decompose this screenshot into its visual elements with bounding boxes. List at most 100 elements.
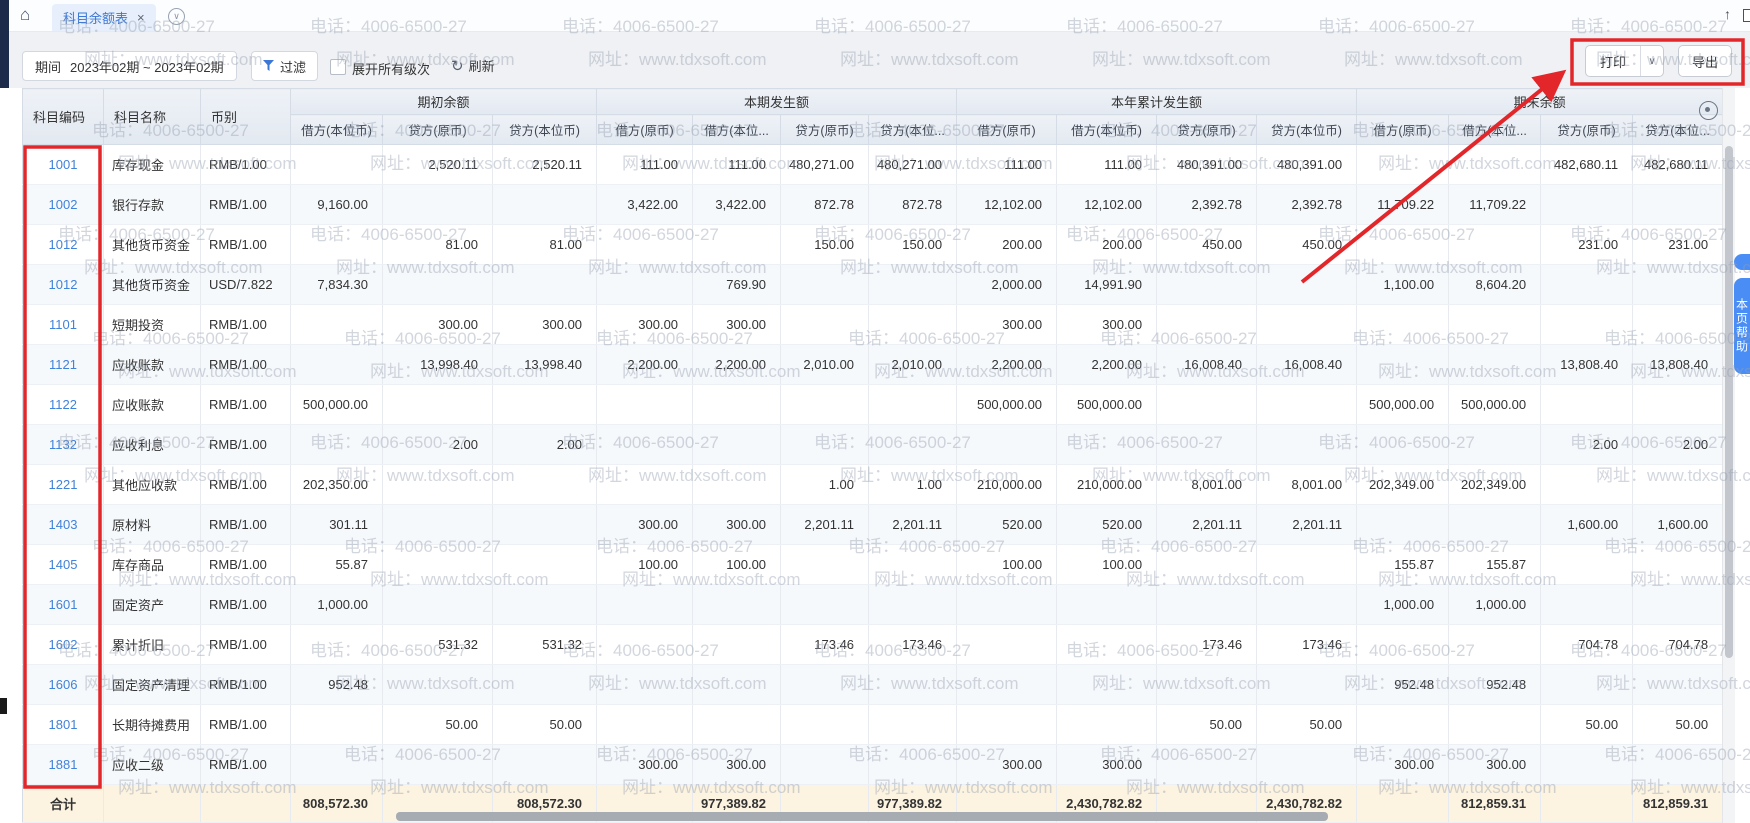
account-code-link[interactable]: 1405	[23, 545, 104, 585]
account-name-cell: 库存商品	[104, 545, 201, 585]
amount-cell: 1,000.00	[1449, 585, 1541, 625]
amount-cell	[1541, 265, 1633, 305]
tab-close-icon[interactable]: ×	[137, 10, 145, 25]
amount-cell: 111.00	[597, 145, 693, 185]
account-code-link[interactable]: 1606	[23, 665, 104, 705]
table-row: 1602累计折旧RMB/1.00531.32531.32173.46173.46…	[23, 625, 1723, 665]
amount-cell: 100.00	[957, 545, 1057, 585]
account-code-link[interactable]: 1012	[23, 225, 104, 265]
amount-cell	[1357, 705, 1449, 745]
page-help-tab[interactable]: 本页帮助	[1734, 278, 1750, 374]
refresh-button[interactable]: ↻ 刷新	[451, 56, 495, 75]
amount-cell	[291, 225, 383, 265]
amount-cell	[1541, 305, 1633, 345]
account-code-link[interactable]: 1881	[23, 745, 104, 785]
account-name-cell: 固定资产清理	[104, 665, 201, 705]
amount-cell: 1,000.00	[1357, 585, 1449, 625]
vertical-scrollbar[interactable]	[1722, 88, 1735, 823]
account-code-link[interactable]: 1132	[23, 425, 104, 465]
currency-cell: RMB/1.00	[201, 625, 291, 665]
amount-cell	[781, 705, 869, 745]
amount-cell	[597, 265, 693, 305]
export-button[interactable]: 导出	[1678, 45, 1732, 77]
amount-cell	[781, 265, 869, 305]
amount-cell	[291, 625, 383, 665]
amount-cell: 200.00	[957, 225, 1057, 265]
table-row: 1881应收二级RMB/1.00300.00300.00300.00300.00…	[23, 745, 1723, 785]
amount-cell: 872.78	[869, 185, 957, 225]
amount-cell	[781, 545, 869, 585]
amount-cell: 450.00	[1257, 225, 1357, 265]
help-dot-icon[interactable]	[1734, 254, 1750, 270]
filter-button[interactable]: 过滤	[251, 51, 318, 81]
table-row: 1012其他货币资金USD/7.8227,834.30769.902,000.0…	[23, 265, 1723, 305]
amount-cell	[291, 425, 383, 465]
amount-cell: 2,201.11	[1157, 505, 1257, 545]
amount-cell	[869, 665, 957, 705]
amount-cell	[781, 745, 869, 785]
amount-cell: 8,001.00	[1257, 465, 1357, 505]
column-header: 贷方(原币)	[781, 115, 869, 145]
account-code-link[interactable]: 1121	[23, 345, 104, 385]
amount-cell: 1.00	[869, 465, 957, 505]
account-code-link[interactable]: 1601	[23, 585, 104, 625]
period-filter[interactable]: 期间 2023年02期 ~ 2023年02期	[22, 51, 237, 81]
total-amount-cell	[1541, 785, 1633, 823]
amount-cell: 81.00	[383, 225, 493, 265]
print-button[interactable]: 打印	[1586, 46, 1641, 76]
amount-cell	[781, 385, 869, 425]
amount-cell: 300.00	[1449, 745, 1541, 785]
print-dropdown-chevron[interactable]: ∨	[1641, 46, 1663, 76]
account-code-link[interactable]: 1221	[23, 465, 104, 505]
horizontal-scrollbar-thumb[interactable]	[396, 812, 1328, 821]
amount-cell	[1633, 665, 1723, 705]
column-settings-icon[interactable]	[1699, 101, 1718, 120]
tab-list-dropdown-icon[interactable]: ∨	[168, 8, 185, 25]
expand-all-checkbox[interactable]	[330, 59, 346, 75]
amount-cell	[383, 585, 493, 625]
amount-cell: 952.48	[291, 665, 383, 705]
amount-cell	[493, 185, 597, 225]
account-code-link[interactable]: 1801	[23, 705, 104, 745]
currency-cell: RMB/1.00	[201, 505, 291, 545]
vertical-scrollbar-thumb[interactable]	[1725, 146, 1733, 658]
amount-cell: 300.00	[1057, 305, 1157, 345]
amount-cell: 1,100.00	[1357, 265, 1449, 305]
account-code-link[interactable]: 1001	[23, 145, 104, 185]
account-code-link[interactable]: 1403	[23, 505, 104, 545]
amount-cell	[493, 545, 597, 585]
amount-cell	[1633, 265, 1723, 305]
home-icon[interactable]: ⌂	[20, 5, 30, 25]
amount-cell	[1449, 305, 1541, 345]
amount-cell: 50.00	[1541, 705, 1633, 745]
amount-cell: 81.00	[493, 225, 597, 265]
amount-cell: 150.00	[781, 225, 869, 265]
column-header: 借方(本位币)	[291, 115, 383, 145]
total-amount-cell: 812,859.31	[1449, 785, 1541, 823]
app-window: ⌂ 科目余额表 × ∨ ↑ 期间 2023年02期 ~ 2023年02期 过滤 …	[0, 0, 1750, 823]
amount-cell: 2.00	[1541, 425, 1633, 465]
account-code-link[interactable]: 1122	[23, 385, 104, 425]
amount-cell	[869, 425, 957, 465]
currency-cell: RMB/1.00	[201, 425, 291, 465]
amount-cell	[597, 585, 693, 625]
fullscreen-icon[interactable]	[1743, 9, 1750, 22]
amount-cell	[291, 745, 383, 785]
account-code-link[interactable]: 1002	[23, 185, 104, 225]
amount-cell: 2,200.00	[1057, 345, 1157, 385]
account-name-cell: 长期待摊费用	[104, 705, 201, 745]
tab-account-balance[interactable]: 科目余额表 ×	[52, 4, 156, 31]
amount-cell	[383, 385, 493, 425]
table-row: 1122应收账款RMB/1.00500,000.00500,000.00500,…	[23, 385, 1723, 425]
account-code-link[interactable]: 1101	[23, 305, 104, 345]
amount-cell	[1157, 425, 1257, 465]
account-code-link[interactable]: 1012	[23, 265, 104, 305]
amount-cell: 231.00	[1541, 225, 1633, 265]
scroll-top-icon[interactable]: ↑	[1724, 6, 1731, 22]
amount-cell	[1157, 385, 1257, 425]
amount-cell: 2,010.00	[869, 345, 957, 385]
column-group-header: 期初余额	[291, 89, 597, 115]
account-code-link[interactable]: 1602	[23, 625, 104, 665]
account-name-cell: 累计折旧	[104, 625, 201, 665]
amount-cell: 300.00	[693, 305, 781, 345]
